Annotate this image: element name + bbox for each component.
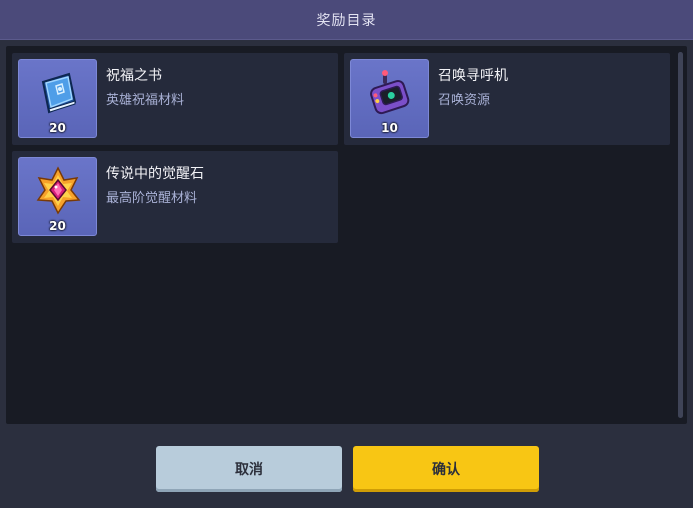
list-scrollbar[interactable] <box>678 52 683 418</box>
reward-quantity: 10 <box>381 121 398 135</box>
reward-description: 召唤资源 <box>438 93 491 108</box>
dialog-title-bar: 奖励目录 <box>0 0 693 40</box>
awakening-stone-icon <box>36 166 81 215</box>
reward-thumbnail: 10 <box>350 59 429 138</box>
reward-thumbnail: 20 <box>18 59 97 138</box>
reward-name: 祝福之书 <box>106 68 162 84</box>
scrollbar-thumb[interactable] <box>678 52 683 418</box>
reward-description: 英雄祝福材料 <box>106 93 185 108</box>
reward-quantity: 20 <box>49 219 66 233</box>
reward-card-summon-pager[interactable]: 10 召唤寻呼机 召唤资源 <box>344 53 670 145</box>
reward-name: 传说中的觉醒石 <box>106 166 204 182</box>
blessing-book-icon <box>41 72 77 114</box>
summon-pager-icon <box>370 70 410 115</box>
reward-card-blessing-book[interactable]: 20 祝福之书 英雄祝福材料 <box>12 53 338 145</box>
reward-name: 召唤寻呼机 <box>438 68 508 84</box>
reward-catalog-dialog: 奖励目录 20 祝福之书 英雄祝福材料 10 召唤寻呼机 召唤资源 20 传说中… <box>0 0 693 508</box>
reward-quantity: 20 <box>49 121 66 135</box>
reward-thumbnail: 20 <box>18 157 97 236</box>
cancel-button[interactable]: 取消 <box>156 446 342 492</box>
reward-card-awakening-stone[interactable]: 20 传说中的觉醒石 最高阶觉醒材料 <box>12 151 338 243</box>
reward-description: 最高阶觉醒材料 <box>106 191 198 206</box>
dialog-title: 奖励目录 <box>316 12 377 29</box>
confirm-button[interactable]: 确认 <box>353 446 539 492</box>
